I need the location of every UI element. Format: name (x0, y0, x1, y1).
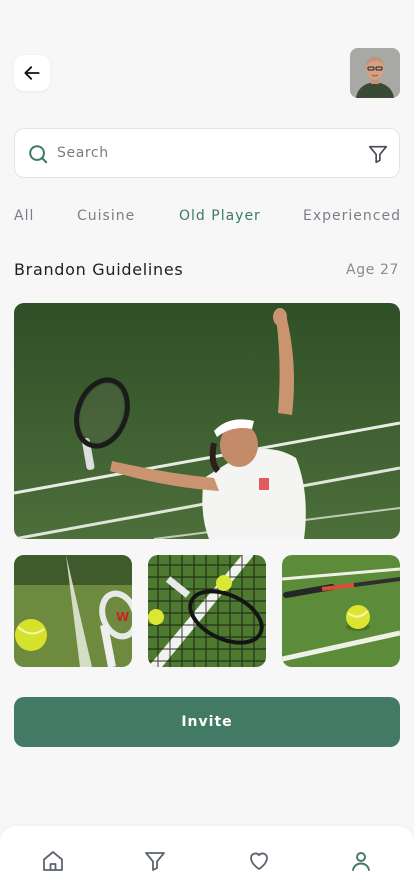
back-button[interactable] (14, 55, 50, 91)
category-old-player[interactable]: Old Player (179, 208, 261, 224)
racket-and-ball-on-grass-photo: W (14, 555, 132, 667)
svg-text:W: W (116, 610, 129, 624)
user-icon (352, 852, 370, 871)
filter-icon[interactable] (367, 143, 389, 165)
avatar-photo (350, 48, 400, 98)
tennis-player-serving-photo (14, 303, 400, 539)
player-profile-screen: All Cuisine Old Player Experienced Brand… (0, 0, 414, 896)
category-experienced[interactable]: Experienced (303, 208, 401, 224)
tab-home[interactable] (38, 846, 68, 876)
hero-photo[interactable] (14, 303, 400, 539)
heart-icon (250, 852, 268, 870)
tab-profile[interactable] (346, 846, 376, 876)
category-all[interactable]: All (14, 208, 34, 224)
home-icon (43, 851, 63, 871)
category-tabs: All Cuisine Old Player Experienced (14, 208, 404, 230)
search-icon (29, 145, 48, 164)
gallery-thumbnail-1[interactable]: W (14, 555, 132, 667)
search-bar (14, 128, 400, 178)
bottom-tab-bar (0, 826, 414, 896)
gallery-thumbnail-3[interactable] (282, 555, 400, 667)
player-age: Age 27 (346, 262, 399, 278)
racket-at-net-photo (148, 555, 266, 667)
tab-favorites[interactable] (244, 846, 274, 876)
search-input[interactable] (57, 129, 357, 177)
invite-button[interactable]: Invite (14, 697, 400, 747)
arrow-left-icon (24, 66, 40, 80)
filter-icon (145, 852, 165, 871)
tab-filter[interactable] (140, 846, 170, 876)
avatar[interactable] (350, 48, 400, 98)
category-cuisine[interactable]: Cuisine (77, 208, 135, 224)
gallery-thumbnail-2[interactable] (148, 555, 266, 667)
player-name: Brandon Guidelines (14, 260, 184, 279)
racket-and-ball-on-court-photo (282, 555, 400, 667)
